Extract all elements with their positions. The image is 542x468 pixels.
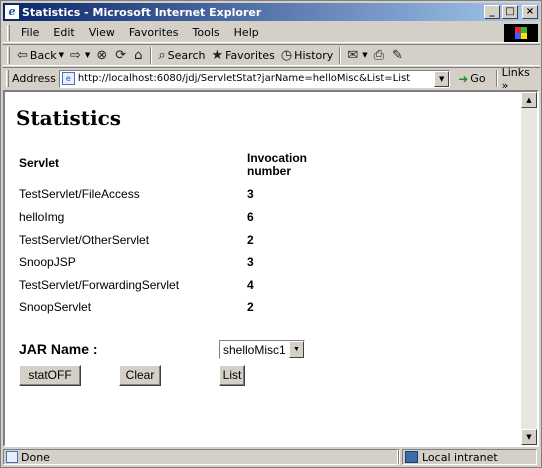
history-icon: ◷: [280, 47, 293, 63]
toolbar-grip: [7, 46, 10, 64]
vertical-scrollbar[interactable]: ▲ ▼: [521, 92, 537, 445]
menu-bar: File Edit View Favorites Tools Help: [3, 23, 540, 43]
menu-view[interactable]: View: [82, 26, 122, 39]
print-button[interactable]: ⎙: [371, 45, 389, 65]
invocation-count: 2: [247, 233, 254, 247]
links-button[interactable]: Links »: [502, 66, 540, 92]
stop-button[interactable]: ⊗: [93, 45, 112, 65]
stat-off-button[interactable]: statOFF: [19, 365, 81, 386]
go-label: Go: [470, 72, 486, 85]
invocation-count: 6: [247, 210, 254, 224]
invocation-column-header: Invocation number: [247, 152, 307, 178]
list-button[interactable]: List: [219, 365, 245, 386]
mail-dropdown-icon[interactable]: ▼: [362, 51, 367, 59]
back-arrow-icon: ⇦: [17, 47, 28, 63]
page-title: Statistics: [16, 106, 122, 130]
edit-button[interactable]: ✎: [389, 45, 408, 65]
servlet-name: TestServlet/FileAccess: [19, 187, 140, 201]
history-button[interactable]: ◷ History: [278, 45, 336, 65]
links-separator: [495, 70, 498, 87]
menu-favorites[interactable]: Favorites: [122, 26, 186, 39]
search-button[interactable]: ⌕ Search: [155, 45, 208, 65]
history-label: History: [294, 48, 334, 62]
address-grip: [6, 70, 9, 87]
forward-arrow-icon: ⇨: [70, 47, 81, 63]
address-label: Address: [12, 72, 56, 85]
status-divider: [398, 449, 400, 465]
links-label: Links: [501, 65, 530, 79]
stop-icon: ⊗: [96, 47, 108, 63]
page-icon: e: [61, 72, 75, 85]
title-bar: e Statistics - Microsoft Internet Explor…: [3, 3, 540, 21]
refresh-button[interactable]: ⟳: [112, 45, 131, 65]
jar-selected-value: shelloMisc1: [223, 343, 286, 357]
favorites-label: Favorites: [225, 48, 275, 62]
zone-text: Local intranet: [422, 450, 498, 464]
mail-button[interactable]: ✉ ▼: [344, 45, 370, 65]
page-done-icon: [6, 451, 18, 463]
back-button[interactable]: ⇦ Back ▼: [14, 45, 67, 65]
menu-file[interactable]: File: [14, 26, 46, 39]
status-bar: Done Local intranet: [3, 448, 540, 466]
favorites-button[interactable]: ★ Favorites: [208, 45, 277, 65]
clear-button[interactable]: Clear: [119, 365, 161, 386]
page-body: Statistics Servlet Invocation number Tes…: [5, 92, 523, 445]
status-text: Done: [21, 450, 50, 464]
jar-name-label: JAR Name :: [19, 341, 98, 357]
invocation-count: 3: [247, 255, 254, 269]
browser-window: e Statistics - Microsoft Internet Explor…: [0, 0, 542, 468]
servlet-name: TestServlet/OtherServlet: [19, 233, 150, 247]
ie-logo-icon: e: [5, 5, 19, 19]
search-label: Search: [167, 48, 206, 62]
servlet-name: TestServlet/ForwardingServlet: [19, 278, 180, 292]
page-content: Statistics Servlet Invocation number Tes…: [3, 90, 539, 447]
toolbar-separator: [339, 46, 342, 64]
home-icon: ⌂: [134, 47, 143, 63]
go-arrow-icon: ➜: [458, 71, 469, 86]
invocation-count: 4: [247, 278, 254, 292]
url-input[interactable]: [77, 73, 433, 84]
refresh-icon: ⟳: [115, 47, 127, 63]
back-label: Back: [29, 48, 57, 62]
invocation-count: 2: [247, 300, 254, 314]
maximize-button[interactable]: □: [502, 5, 518, 19]
home-button[interactable]: ⌂: [131, 45, 147, 65]
scroll-up-icon[interactable]: ▲: [521, 92, 537, 108]
menu-help[interactable]: Help: [227, 26, 266, 39]
security-zone-cell: Local intranet: [402, 449, 537, 465]
forward-button[interactable]: ⇨ ▼: [67, 45, 93, 65]
mail-icon: ✉: [347, 47, 359, 63]
servlet-name: helloImg: [19, 210, 65, 224]
back-dropdown-icon[interactable]: ▼: [59, 51, 64, 59]
forward-dropdown-icon[interactable]: ▼: [85, 51, 90, 59]
edit-icon: ✎: [392, 47, 403, 63]
address-dropdown-icon[interactable]: ▼: [434, 70, 450, 87]
address-field[interactable]: e ▼: [58, 69, 451, 88]
toolbar-separator: [150, 46, 153, 64]
window-title: Statistics - Microsoft Internet Explorer: [22, 5, 262, 19]
status-text-cell: Done: [3, 449, 398, 465]
menu-tools[interactable]: Tools: [186, 26, 227, 39]
menu-grip: [7, 24, 10, 41]
invocation-header-line2: number: [247, 164, 292, 178]
standard-toolbar: ⇦ Back ▼ ⇨ ▼ ⊗ ⟳ ⌂ ⌕ Search ★ Favorites …: [3, 44, 540, 66]
print-icon: ⎙: [373, 47, 385, 63]
go-button[interactable]: ➜ Go: [458, 72, 485, 86]
servlet-name: SnoopJSP: [19, 255, 76, 269]
close-button[interactable]: ×: [522, 5, 538, 19]
intranet-zone-icon: [405, 451, 418, 463]
servlet-column-header: Servlet: [19, 156, 60, 170]
jar-select-dropdown-icon[interactable]: ▼: [289, 341, 304, 358]
address-bar: Address e ▼ ➜ Go Links »: [3, 66, 540, 92]
windows-logo-icon: [504, 24, 538, 42]
servlet-name: SnoopServlet: [19, 300, 92, 314]
jar-name-select[interactable]: shelloMisc1 ▼: [219, 340, 305, 359]
invocation-count: 3: [247, 187, 254, 201]
menu-edit[interactable]: Edit: [46, 26, 81, 39]
search-icon: ⌕: [158, 47, 166, 63]
favorites-icon: ★: [211, 47, 224, 63]
scroll-down-icon[interactable]: ▼: [521, 429, 537, 445]
minimize-button[interactable]: _: [484, 5, 500, 19]
